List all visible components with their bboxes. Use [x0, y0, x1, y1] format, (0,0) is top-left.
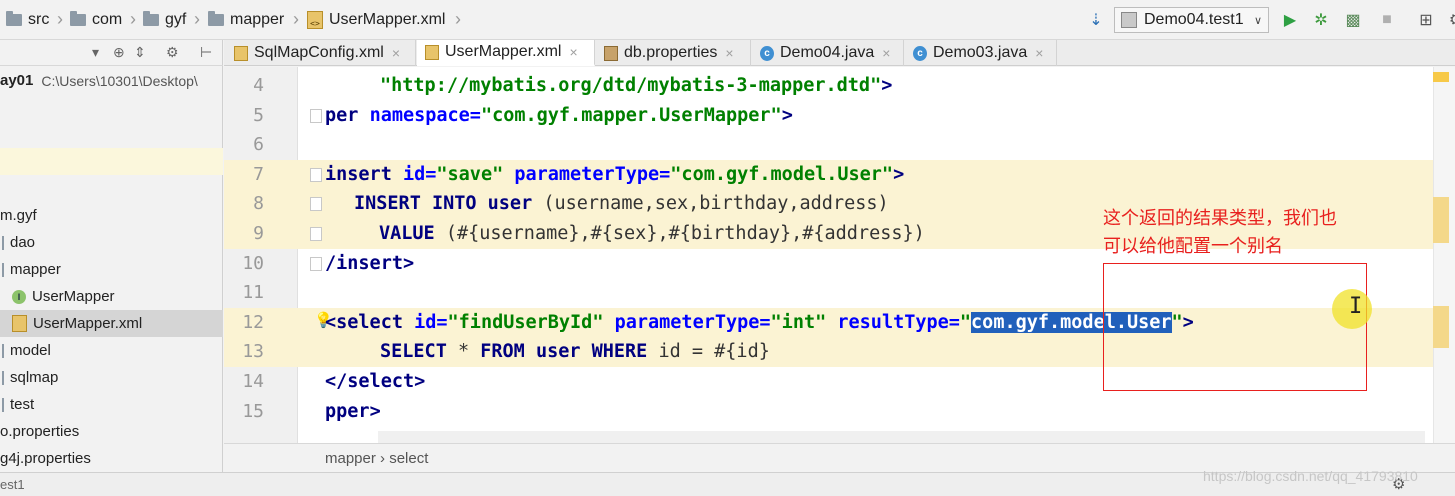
tree-item-mapper[interactable]: mapper	[0, 256, 223, 283]
annotation-text: 这个返回的结果类型，我们也 可以给他配置一个别名	[1103, 208, 1337, 257]
close-icon[interactable]: ×	[1035, 45, 1043, 61]
editor-tabs: SqlMapConfig.xml × UserMapper.xml × db.p…	[224, 40, 1455, 66]
package-icon	[2, 235, 6, 250]
close-icon[interactable]: ×	[725, 45, 733, 61]
xml-file-icon	[12, 315, 27, 332]
stop-icon[interactable]: ■	[1377, 10, 1397, 30]
java-class-icon: c	[913, 45, 927, 61]
xml-file-icon: <>	[307, 11, 323, 29]
folder-icon	[6, 11, 22, 26]
folder-icon	[208, 11, 224, 26]
settings-icon[interactable]: ⚙	[1446, 10, 1455, 30]
project-panel: ▾ ⊕ ⇕ ⚙ ⊢ ay01 C:\Users\10301\Desktop\ m…	[0, 40, 223, 472]
breadcrumb-src[interactable]: src	[6, 9, 49, 31]
breadcrumb-mapper[interactable]: mapper	[208, 9, 284, 31]
scroll-marker[interactable]	[1433, 197, 1449, 243]
package-icon	[2, 397, 6, 412]
tab-demo03-java[interactable]: c Demo03.java ×	[905, 40, 1057, 66]
coverage-icon[interactable]: ▩	[1343, 10, 1363, 30]
package-icon	[2, 370, 6, 385]
close-icon[interactable]: ×	[569, 44, 577, 60]
xml-file-icon	[234, 45, 248, 61]
package-icon	[2, 262, 6, 277]
tree-item-log4j-properties[interactable]: g4j.properties	[0, 445, 223, 472]
tree-item-test[interactable]: test	[0, 391, 223, 418]
hide-panel-icon[interactable]: ⊢	[200, 44, 212, 61]
navigation-bar: src › com › gyf › mapper › <> UserMapper…	[0, 0, 1455, 40]
run-configuration-select[interactable]: Demo04.test1 ∨	[1114, 7, 1269, 33]
fold-marker-icon[interactable]	[310, 197, 322, 212]
package-icon	[2, 343, 6, 358]
fold-marker-icon[interactable]	[310, 256, 322, 271]
xml-file-icon	[425, 44, 439, 60]
code-line-6[interactable]: 6	[224, 130, 1433, 160]
properties-file-icon	[604, 45, 618, 61]
fold-marker-icon[interactable]	[310, 167, 322, 182]
annotation-box	[1103, 263, 1367, 391]
fold-marker-icon[interactable]	[310, 108, 322, 123]
text-cursor-icon: I	[1349, 294, 1363, 319]
tree-item-model[interactable]: model	[0, 337, 223, 364]
gear-icon[interactable]: ⚙	[166, 44, 179, 61]
chevron-right-icon: ›	[455, 9, 461, 29]
breadcrumb-gyf[interactable]: gyf	[143, 9, 186, 31]
watermark: https://blog.csdn.net/qq_41793810	[1203, 468, 1418, 484]
fold-marker-icon[interactable]	[310, 227, 322, 241]
run-config-icon	[1121, 12, 1137, 28]
chevron-right-icon: ›	[293, 9, 299, 29]
chevron-right-icon: ›	[130, 9, 136, 29]
project-structure-icon[interactable]: ⊞	[1416, 10, 1436, 30]
code-line-4[interactable]: 4 "http://mybatis.org/dtd/mybatis-3-mapp…	[224, 71, 1433, 101]
build-icon[interactable]: ⇣	[1086, 10, 1106, 30]
tree-item-db-properties[interactable]: o.properties	[0, 418, 223, 445]
scroll-marker[interactable]	[1433, 306, 1449, 348]
project-toolbar: ▾ ⊕ ⇕ ⚙ ⊢	[0, 40, 223, 66]
tree-item-usermapper-xml[interactable]: UserMapper.xml	[0, 310, 223, 337]
warning-marker[interactable]	[1433, 72, 1449, 82]
error-stripe[interactable]	[1433, 67, 1455, 443]
chevron-down-icon: ∨	[1253, 14, 1262, 27]
tree-item-usermapper[interactable]: I UserMapper	[0, 283, 223, 310]
collapse-icon[interactable]: ⇕	[134, 44, 146, 61]
chevron-down-icon[interactable]: ▾	[92, 44, 99, 61]
breadcrumb-com[interactable]: com	[70, 9, 122, 31]
folder-icon	[70, 11, 86, 26]
code-line-15[interactable]: 15 pper>	[224, 397, 1433, 427]
locate-icon[interactable]: ⊕	[113, 44, 125, 61]
chevron-right-icon: ›	[57, 9, 63, 29]
tree-item-sqlmap[interactable]: sqlmap	[0, 364, 223, 391]
debug-icon[interactable]: ✲	[1311, 10, 1331, 30]
tab-demo04-java[interactable]: c Demo04.java ×	[752, 40, 904, 66]
tab-usermapper-xml[interactable]: UserMapper.xml ×	[417, 40, 595, 66]
horizontal-scrollbar[interactable]	[378, 431, 1425, 443]
code-line-7[interactable]: 7 insert id="save" parameterType="com.gy…	[224, 159, 1433, 190]
tree-item-dao[interactable]: dao	[0, 229, 223, 256]
interface-icon: I	[12, 289, 26, 304]
close-icon[interactable]: ×	[392, 45, 400, 61]
java-class-icon: c	[760, 45, 774, 61]
tree-highlight-row[interactable]	[0, 148, 223, 175]
close-icon[interactable]: ×	[882, 45, 890, 61]
folder-icon	[143, 11, 159, 26]
breadcrumb-usermapper-xml[interactable]: <> UserMapper.xml	[307, 9, 445, 31]
code-line-5[interactable]: 5 per namespace="com.gyf.mapper.UserMapp…	[224, 101, 1433, 131]
tab-sqlmapconfig-xml[interactable]: SqlMapConfig.xml ×	[226, 40, 416, 66]
chevron-right-icon: ›	[194, 9, 200, 29]
project-root[interactable]: ay01 C:\Users\10301\Desktop\	[0, 67, 223, 94]
tree-item-package-root[interactable]: m.gyf	[0, 202, 223, 229]
run-icon[interactable]: ▶	[1280, 10, 1300, 30]
tab-db-properties[interactable]: db.properties ×	[596, 40, 751, 66]
